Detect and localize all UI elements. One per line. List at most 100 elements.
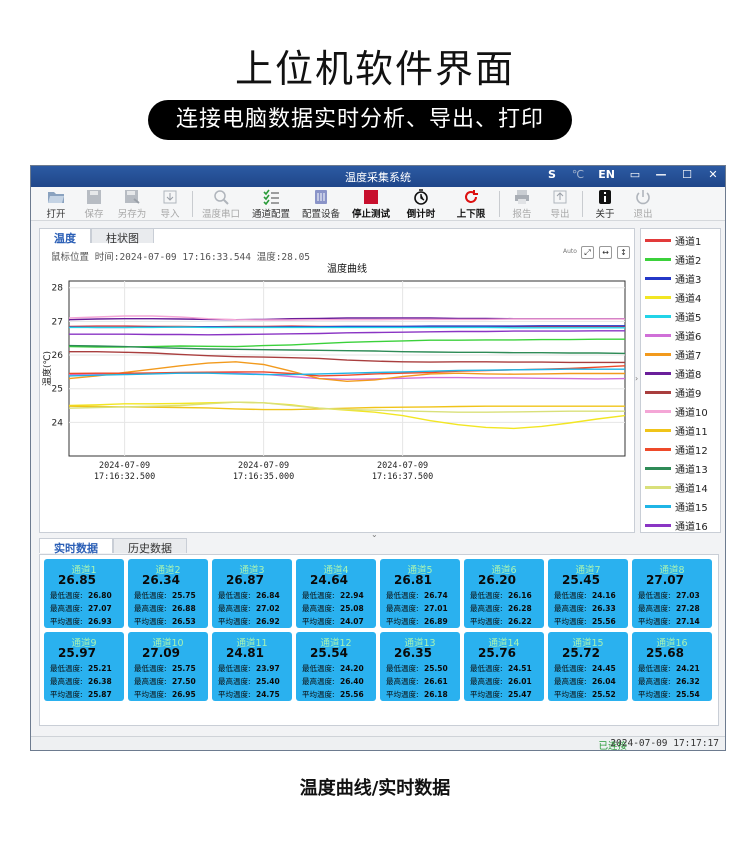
max-value: 26.04 bbox=[592, 677, 616, 686]
current-temperature: 26.87 bbox=[226, 573, 264, 587]
max-row: 最高温度: 26.40 bbox=[302, 676, 374, 687]
legend-label: 通道2 bbox=[675, 255, 702, 267]
legend-label: 通道1 bbox=[675, 236, 702, 248]
chart-title: 温度曲线 bbox=[327, 262, 367, 275]
close-button[interactable]: ✕ bbox=[707, 168, 719, 181]
legend-item[interactable]: 通道15 bbox=[645, 499, 708, 514]
collapse-chart-arrow[interactable]: ⌄ bbox=[371, 530, 383, 539]
avg-value: 25.56 bbox=[592, 617, 616, 626]
channel-card: 通道7 25.45 最低温度: 24.16 最高温度: 26.33 平均温度: 25.56 bbox=[548, 559, 628, 628]
unit-toggle-button[interactable]: ℃ bbox=[572, 168, 584, 181]
collapse-legend-arrow[interactable]: › bbox=[635, 374, 640, 386]
channel-card: 通道6 26.20 最低温度: 26.16 最高温度: 26.28 平均温度: 26.22 bbox=[464, 559, 544, 628]
min-value: 24.16 bbox=[592, 591, 616, 600]
tab-temperature[interactable]: 温度 bbox=[39, 228, 91, 245]
save-button[interactable]: 保存 bbox=[75, 187, 113, 221]
open-button[interactable]: 打开 bbox=[37, 187, 75, 221]
min-row: 最低温度: 24.20 bbox=[302, 663, 374, 674]
tab-bar-chart[interactable]: 柱状图 bbox=[91, 228, 154, 245]
min-row: 最低温度: 26.80 bbox=[50, 590, 122, 601]
min-label: 最低温度: bbox=[134, 591, 167, 600]
legend-item[interactable]: 通道7 bbox=[645, 347, 701, 362]
app-window: 温度采集系统 S ℃ EN ▭ — ☐ ✕ 打开 保存 另存为 导入 温度串口 … bbox=[30, 165, 726, 752]
toolbar: 打开 保存 另存为 导入 温度串口 通道配置 配置设备 停止测试 倒计时 上下限… bbox=[31, 187, 725, 221]
min-label: 最低温度: bbox=[50, 591, 83, 600]
legend-label: 通道12 bbox=[675, 445, 708, 457]
maximize-button[interactable]: ☐ bbox=[681, 168, 693, 181]
legend-label: 通道6 bbox=[675, 331, 702, 343]
report-button[interactable]: 报告 bbox=[503, 187, 541, 221]
legend-item[interactable]: 通道14 bbox=[645, 480, 708, 495]
min-value: 25.75 bbox=[172, 664, 196, 673]
max-label: 最高温度: bbox=[554, 604, 587, 613]
legend-item[interactable]: 通道5 bbox=[645, 309, 701, 324]
max-label: 最高温度: bbox=[302, 677, 335, 686]
min-value: 27.03 bbox=[676, 591, 700, 600]
legend-item[interactable]: 通道16 bbox=[645, 518, 708, 533]
min-value: 24.20 bbox=[340, 664, 364, 673]
info-icon bbox=[599, 190, 611, 204]
min-label: 最低温度: bbox=[386, 664, 419, 673]
channel-card: 通道10 27.09 最低温度: 25.75 最高温度: 27.50 平均温度: 26.95 bbox=[128, 632, 208, 701]
max-row: 最高温度: 27.28 bbox=[638, 603, 710, 614]
legend-item[interactable]: 通道13 bbox=[645, 461, 708, 476]
channel-card: 通道15 25.72 最低温度: 24.45 最高温度: 26.04 平均温度: 25.52 bbox=[548, 632, 628, 701]
avg-row: 平均温度: 24.75 bbox=[218, 689, 290, 700]
language-button[interactable]: EN bbox=[598, 168, 615, 181]
legend-swatch bbox=[645, 238, 671, 242]
legend-item[interactable]: 通道3 bbox=[645, 271, 701, 286]
legend-item[interactable]: 通道11 bbox=[645, 423, 708, 438]
legend-item[interactable]: 通道12 bbox=[645, 442, 708, 457]
legend-item[interactable]: 通道8 bbox=[645, 366, 701, 381]
min-label: 最低温度: bbox=[302, 591, 335, 600]
max-value: 26.61 bbox=[424, 677, 448, 686]
stop-test-button[interactable]: 停止测试 bbox=[346, 187, 396, 221]
channel-config-icon bbox=[263, 189, 279, 205]
current-temperature: 25.54 bbox=[310, 646, 348, 660]
exit-button[interactable]: 退出 bbox=[624, 187, 662, 221]
max-label: 最高温度: bbox=[638, 677, 671, 686]
legend-item[interactable]: 通道4 bbox=[645, 290, 701, 305]
min-label: 最低温度: bbox=[554, 664, 587, 673]
skin-button[interactable]: S bbox=[546, 168, 558, 181]
tab-history-data[interactable]: 历史数据 bbox=[113, 538, 187, 555]
import-button[interactable]: 导入 bbox=[151, 187, 189, 221]
limits-button[interactable]: 上下限 bbox=[446, 187, 496, 221]
min-row: 最低温度: 25.21 bbox=[50, 663, 122, 674]
legend-item[interactable]: 通道1 bbox=[645, 233, 702, 248]
export-button[interactable]: 导出 bbox=[541, 187, 579, 221]
current-temperature: 25.72 bbox=[562, 646, 600, 660]
about-button[interactable]: 关于 bbox=[586, 187, 624, 221]
serial-port-button[interactable]: 温度串口 bbox=[196, 187, 246, 221]
device-config-button[interactable]: 配置设备 bbox=[296, 187, 346, 221]
legend-swatch bbox=[645, 390, 671, 394]
channel-card: 通道5 26.81 最低温度: 26.74 最高温度: 27.01 平均温度: 26.89 bbox=[380, 559, 460, 628]
min-label: 最低温度: bbox=[218, 664, 251, 673]
tab-realtime-data[interactable]: 实时数据 bbox=[39, 538, 113, 555]
min-label: 最低温度: bbox=[218, 591, 251, 600]
min-label: 最低温度: bbox=[302, 664, 335, 673]
restore-small-button[interactable]: ▭ bbox=[629, 168, 641, 181]
avg-row: 平均温度: 26.89 bbox=[386, 616, 458, 627]
current-temperature: 26.35 bbox=[394, 646, 432, 660]
legend-item[interactable]: 通道9 bbox=[645, 385, 701, 400]
countdown-button[interactable]: 倒计时 bbox=[396, 187, 446, 221]
channel-card: 通道14 25.76 最低温度: 24.51 最高温度: 26.01 平均温度: 25.47 bbox=[464, 632, 544, 701]
legend-item[interactable]: 通道6 bbox=[645, 328, 702, 343]
channel-card: 通道1 26.85 最低温度: 26.80 最高温度: 27.07 平均温度: 26.93 bbox=[44, 559, 124, 628]
channel-config-button[interactable]: 通道配置 bbox=[246, 187, 296, 221]
power-icon bbox=[636, 190, 650, 205]
legend-item[interactable]: 通道10 bbox=[645, 404, 708, 419]
temperature-chart[interactable]: 温度曲线 24 25 26 27 28 2024-07-09 17:16:32.500 2024… bbox=[39, 258, 635, 528]
save-as-button[interactable]: 另存为 bbox=[113, 187, 151, 221]
min-label: 最低温度: bbox=[638, 591, 671, 600]
avg-label: 平均温度: bbox=[386, 690, 419, 699]
current-temperature: 25.68 bbox=[646, 646, 684, 660]
legend-swatch bbox=[645, 257, 671, 261]
legend-swatch bbox=[645, 314, 671, 318]
current-temperature: 26.85 bbox=[58, 573, 96, 587]
serial-port-icon bbox=[214, 190, 229, 205]
minimize-button[interactable]: — bbox=[655, 168, 667, 181]
legend-item[interactable]: 通道2 bbox=[645, 252, 702, 267]
max-row: 最高温度: 26.38 bbox=[50, 676, 122, 687]
